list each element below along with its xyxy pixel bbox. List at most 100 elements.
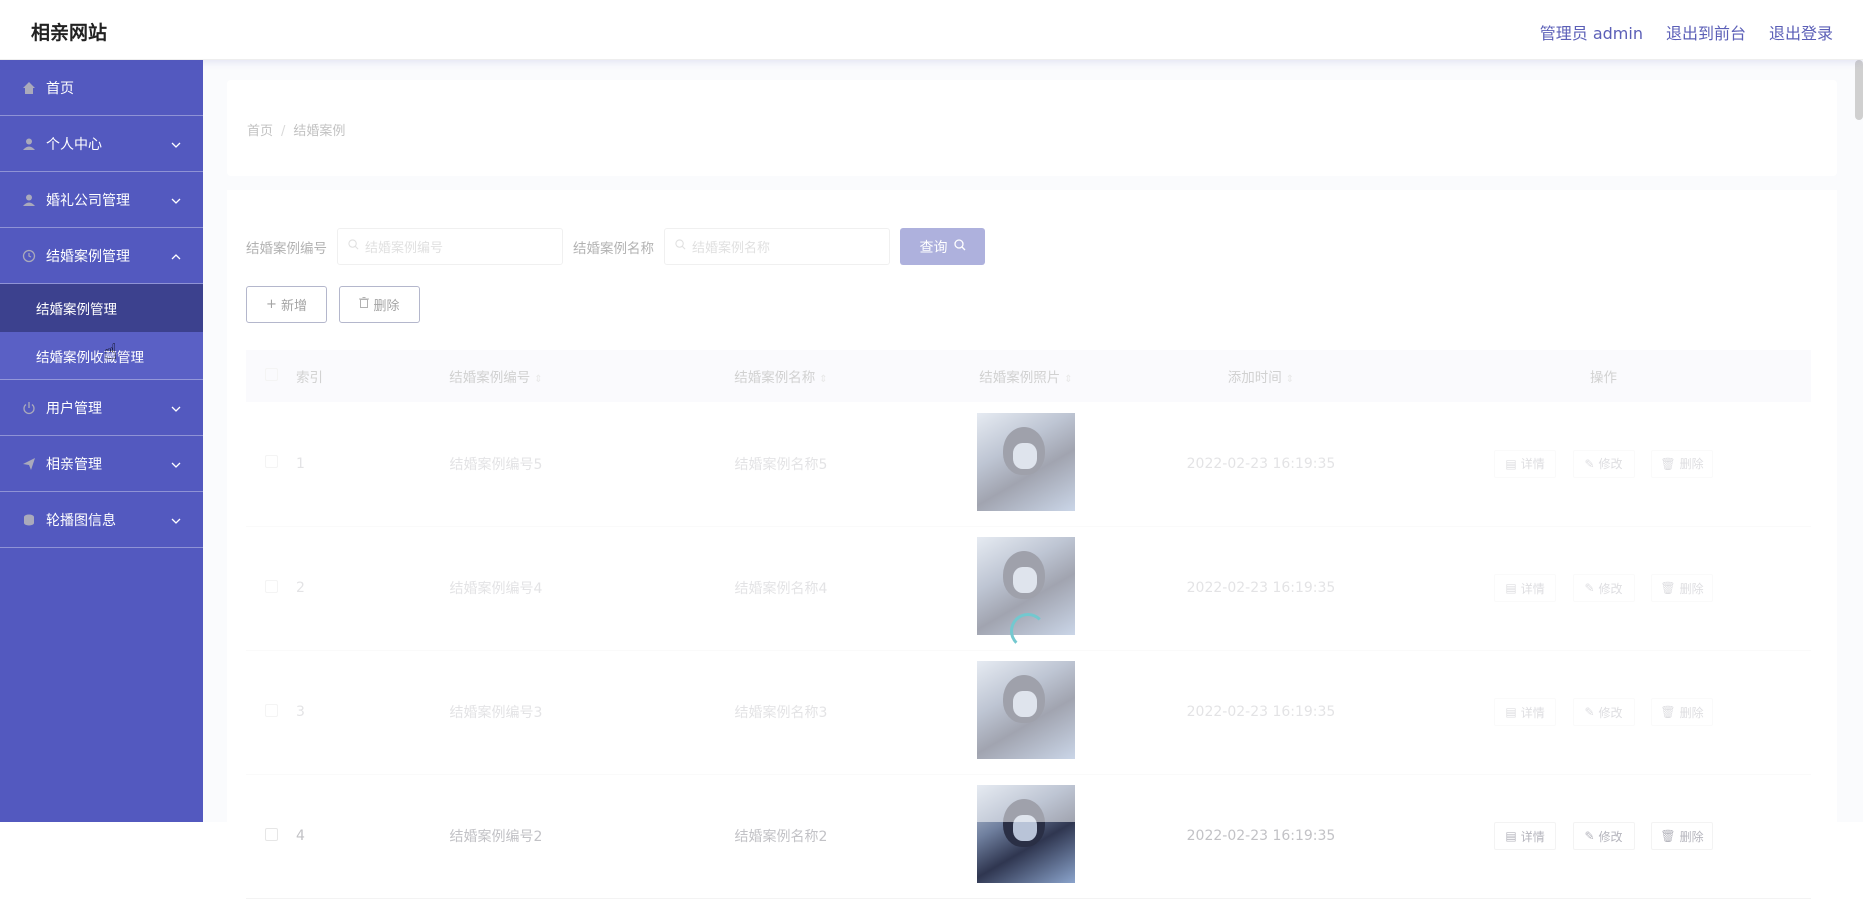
header-name[interactable]: 结婚案例名称 ⇕ — [636, 350, 926, 402]
row-checkbox[interactable] — [264, 703, 278, 717]
detail-label: 详情 — [1520, 581, 1545, 596]
row-time: 2022-02-23 16:19:35 — [1126, 774, 1396, 899]
sidebar-item-carousel[interactable]: 轮播图信息 — [0, 492, 203, 548]
logout-link[interactable]: 退出登录 — [1769, 20, 1833, 44]
add-label: 新增 — [280, 299, 307, 314]
row-delete-label: 删除 — [1679, 457, 1704, 472]
header-code[interactable]: 结婚案例编号 ⇕ — [356, 350, 636, 402]
pencil-icon: ✎ — [1584, 456, 1595, 471]
chevron-down-icon — [171, 137, 181, 153]
row-index: 1 — [296, 402, 356, 527]
sidebar-item-label: 首页 — [46, 80, 74, 97]
row-name: 结婚案例名称5 — [636, 402, 926, 527]
query-label: 查询 — [919, 239, 948, 256]
sidebar-item-users[interactable]: 用户管理 — [0, 380, 203, 436]
home-icon — [21, 80, 37, 96]
detail-button[interactable]: ▤ 详情 — [1494, 574, 1557, 602]
row-index: 4 — [296, 774, 356, 899]
case-photo[interactable] — [977, 412, 1075, 511]
search-icon — [675, 239, 686, 254]
doc-icon: ▤ — [1505, 581, 1517, 595]
row-delete-label: 删除 — [1679, 829, 1704, 844]
sidebar-item-cases[interactable]: 结婚案例管理 — [0, 228, 203, 284]
sort-icon: ⇕ — [1285, 374, 1295, 385]
detail-button[interactable]: ▤ 详情 — [1494, 822, 1557, 850]
sidebar-item-home[interactable]: 首页 — [0, 60, 203, 116]
admin-user-link[interactable]: 管理员 admin — [1540, 20, 1643, 44]
add-button[interactable]: + 新增 — [246, 286, 327, 323]
trash-icon: 🗑 — [1660, 705, 1676, 719]
submenu-case-management[interactable]: 结婚案例管理 — [0, 284, 203, 332]
header-code-label: 结婚案例编号 — [449, 370, 531, 386]
breadcrumb-home[interactable]: 首页 — [247, 124, 273, 139]
sidebar-item-label: 轮播图信息 — [46, 512, 116, 529]
case-name-input[interactable]: 结婚案例名称 — [664, 228, 890, 265]
edit-button[interactable]: ✎ 修改 — [1572, 449, 1635, 478]
row-checkbox[interactable] — [264, 827, 278, 841]
edit-button[interactable]: ✎ 修改 — [1572, 698, 1635, 726]
back-to-front-link[interactable]: 退出到前台 — [1666, 20, 1746, 44]
sort-icon: ⇕ — [1064, 374, 1073, 385]
clock-icon — [21, 248, 37, 264]
search-icon — [953, 238, 966, 255]
row-time: 2022-02-23 16:19:35 — [1126, 650, 1396, 775]
table-row: 3 结婚案例编号3 结婚案例名称3 2022-02-23 16:19:35 ▤ 详… — [246, 650, 1811, 775]
trash-icon: 🗑 — [1660, 829, 1676, 843]
row-code: 结婚案例编号3 — [356, 650, 636, 775]
list-panel: 结婚案例编号 结婚案例编号 结婚案例名称 结婚案例名称 查询 + 新增 删除 索… — [227, 190, 1837, 899]
sidebar-item-label: 相亲管理 — [46, 456, 102, 473]
row-index: 3 — [296, 650, 356, 775]
user-icon — [21, 136, 37, 152]
search-bar: 结婚案例编号 结婚案例编号 结婚案例名称 结婚案例名称 查询 — [246, 228, 985, 265]
row-code: 结婚案例编号4 — [356, 526, 636, 651]
row-delete-button[interactable]: 🗑 删除 — [1650, 449, 1713, 478]
row-code: 结婚案例编号2 — [356, 774, 636, 899]
page-scrollbar[interactable] — [1855, 60, 1863, 120]
header-time-label: 添加时间 — [1227, 370, 1282, 386]
row-code: 结婚案例编号5 — [356, 402, 636, 527]
edit-label: 修改 — [1598, 457, 1623, 472]
case-photo[interactable] — [977, 661, 1075, 759]
chevron-down-icon — [171, 193, 181, 209]
detail-button[interactable]: ▤ 详情 — [1494, 449, 1557, 478]
header-index: 索引 — [296, 350, 356, 402]
submenu-case-favorites[interactable]: 结婚案例收藏管理 — [0, 332, 203, 380]
search-icon — [348, 239, 359, 254]
edit-label: 修改 — [1598, 829, 1623, 844]
select-all-checkbox[interactable] — [264, 367, 278, 381]
header-name-label: 结婚案例名称 — [734, 370, 816, 386]
row-delete-button[interactable]: 🗑 删除 — [1650, 822, 1713, 850]
trash-icon — [359, 297, 370, 312]
header-ops: 操作 — [1396, 350, 1811, 402]
row-delete-button[interactable]: 🗑 删除 — [1650, 698, 1713, 726]
header-photo[interactable]: 结婚案例照片 ⇕ — [926, 350, 1126, 402]
row-name: 结婚案例名称3 — [636, 650, 926, 775]
row-checkbox[interactable] — [264, 455, 278, 469]
sidebar-item-company[interactable]: 婚礼公司管理 — [0, 172, 203, 228]
edit-button[interactable]: ✎ 修改 — [1572, 822, 1635, 850]
case-photo[interactable] — [977, 785, 1075, 883]
top-bar: 相亲网站 管理员 admin 退出到前台 退出登录 — [0, 0, 1863, 60]
trash-icon: 🗑 — [1660, 581, 1676, 595]
query-button[interactable]: 查询 — [900, 228, 985, 265]
edit-button[interactable]: ✎ 修改 — [1572, 574, 1635, 602]
search-label-code: 结婚案例编号 — [246, 240, 327, 257]
row-checkbox[interactable] — [264, 579, 278, 593]
detail-button[interactable]: ▤ 详情 — [1494, 698, 1557, 726]
trash-icon: 🗑 — [1660, 456, 1676, 471]
table-row: 1 结婚案例编号5 结婚案例名称5 2022-02-23 16:19:35 ▤ 详… — [246, 402, 1811, 527]
sidebar-item-matchmaking[interactable]: 相亲管理 — [0, 436, 203, 492]
case-name-placeholder: 结婚案例名称 — [692, 241, 771, 256]
sidebar-item-label: 用户管理 — [46, 400, 102, 417]
delete-label: 删除 — [373, 299, 400, 314]
sidebar-item-personal[interactable]: 个人中心 — [0, 116, 203, 172]
pencil-icon: ✎ — [1584, 829, 1595, 843]
row-delete-button[interactable]: 🗑 删除 — [1650, 574, 1713, 602]
main-content: 首页 / 结婚案例 结婚案例编号 结婚案例编号 结婚案例名称 结婚案例名称 查询 +… — [203, 60, 1863, 899]
delete-button[interactable]: 删除 — [339, 286, 420, 323]
chevron-up-icon — [171, 249, 181, 265]
case-code-input[interactable]: 结婚案例编号 — [337, 228, 563, 265]
row-time: 2022-02-23 16:19:35 — [1126, 402, 1396, 527]
sidebar-item-label: 结婚案例管理 — [46, 248, 130, 265]
header-time[interactable]: 添加时间 ⇕ — [1126, 350, 1396, 402]
